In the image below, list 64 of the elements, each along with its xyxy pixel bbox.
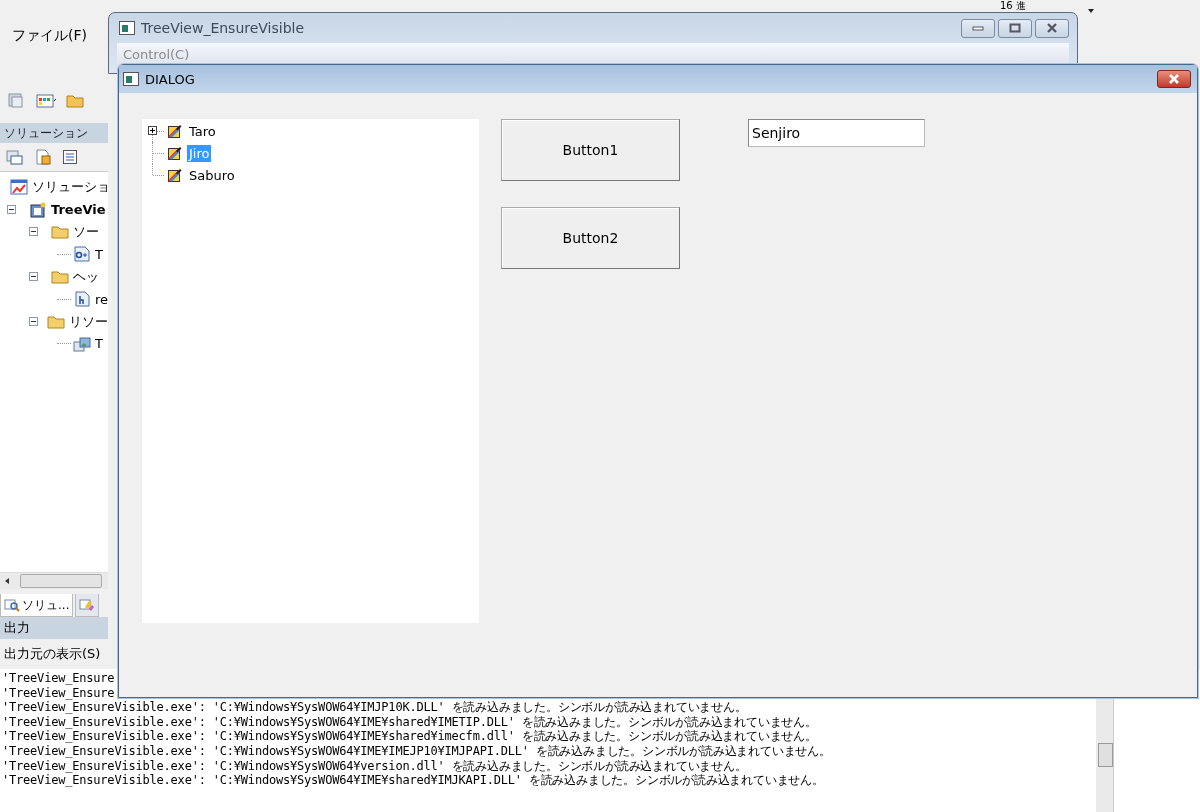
expand-box-icon[interactable] [148, 126, 157, 135]
folder-icon [47, 313, 65, 330]
output-line: 'TreeView_EnsureVisible.exe': 'C:¥Windows¥SysWOW64¥IME¥shared¥imecfm.dll' を読み込みました。シンボルが読み込まれていません。 [2, 729, 818, 744]
header-file-icon [72, 291, 91, 308]
output-line: 'TreeView_EnsureVisible.exe': 'C:¥Windows¥SysWOW64¥version.dll' を読み込みました。シンボルが読み込まれていません。 [2, 758, 748, 774]
push-button[interactable]: Button1 [501, 119, 680, 181]
window-title: TreeView_EnsureVisible [141, 20, 305, 36]
input-field[interactable]: Senjiro [748, 119, 925, 147]
tree-item[interactable]: ヘッ [73, 267, 99, 286]
maximize-icon [1009, 23, 1021, 33]
tree-item[interactable]: T [95, 246, 103, 262]
scrollbar-thumb[interactable] [1098, 743, 1113, 767]
resource-file-icon [73, 335, 91, 352]
minimize-button[interactable] [961, 18, 995, 38]
tree-item[interactable]: re [94, 291, 108, 307]
close-button[interactable] [1035, 18, 1069, 38]
panel-tab[interactable] [75, 594, 100, 617]
output-line: 'TreeView_Ensure [2, 685, 116, 701]
output-source-label: 出力元の表示(S) [4, 645, 101, 663]
tree-item[interactable]: ソリューショ [32, 178, 108, 197]
close-button[interactable] [1157, 70, 1191, 88]
collapse-box-icon[interactable] [29, 227, 38, 237]
scrollbar-thumb[interactable] [20, 574, 102, 588]
pencil-icon [79, 598, 96, 612]
push-button[interactable]: Button2 [501, 207, 680, 269]
panel-title: ソリューション [0, 123, 108, 143]
tree-item[interactable]: TreeVie [51, 202, 106, 218]
tree-item[interactable]: Saburo [187, 166, 237, 184]
menu-item[interactable]: ファイル(F) [12, 27, 87, 45]
tree-item[interactable]: Taro [187, 122, 218, 140]
pencil-icon [168, 168, 182, 182]
document-icon[interactable] [34, 149, 52, 165]
output-line: 'TreeView_EnsureVisible.exe': 'C:¥Windows¥SysWOW64¥IMJP10K.DLL' を読み込みました。シンボルが読み込まれていません。 [2, 700, 748, 715]
collapse-box-icon[interactable] [29, 272, 38, 282]
view-code-icon[interactable] [62, 149, 78, 165]
tree-item[interactable]: ソー [73, 222, 99, 241]
tree-item[interactable]: リソー [69, 312, 108, 331]
solution-icon [10, 179, 28, 196]
collapse-box-icon[interactable] [29, 317, 38, 327]
app-icon [119, 21, 135, 35]
maximize-button[interactable] [998, 18, 1032, 38]
magnifier-icon [4, 598, 20, 612]
pencil-icon [168, 124, 182, 138]
collapse-box-icon[interactable] [7, 205, 16, 215]
output-line: 'TreeView_EnsureVisible.exe': 'C:¥Windows¥SysWOW64¥IME¥shared¥IMJKAPI.DLL' を読み込みました。シンボルが読み込まれていません。 [2, 773, 825, 788]
close-icon [1046, 23, 1058, 33]
folder-icon [51, 223, 69, 240]
project-icon [29, 201, 47, 218]
folder-icon [51, 268, 69, 285]
grid-icon[interactable] [36, 92, 56, 108]
panel-tab[interactable]: ソリュ... [0, 594, 74, 617]
app-icon [123, 72, 139, 86]
properties-icon[interactable] [6, 149, 24, 165]
cpp-file-icon [73, 246, 91, 263]
close-icon [1167, 74, 1181, 84]
tree-item[interactable]: T [95, 336, 103, 352]
panel-title: 出力 [0, 617, 108, 639]
output-line: 'TreeView_EnsureVisible.exe': 'C:¥Windows¥SysWOW64¥IME¥shared¥IMETIP.DLL' を読み込みました。シンボルが読み込まれていません。 [2, 714, 818, 730]
minimize-icon [972, 25, 984, 31]
window-title: DIALOG [145, 71, 195, 87]
pencil-icon [168, 146, 182, 160]
output-line: 'TreeView_Ensure [2, 671, 116, 686]
output-line: 'TreeView_EnsureVisible.exe': 'C:¥Windows¥SysWOW64¥IME¥IMEJP10¥IMJPAPI.DLL' を読み込みました。シンボルが読み込まれていません。 [2, 743, 832, 759]
toolbar-label: 16 進 [1000, 0, 1026, 11]
